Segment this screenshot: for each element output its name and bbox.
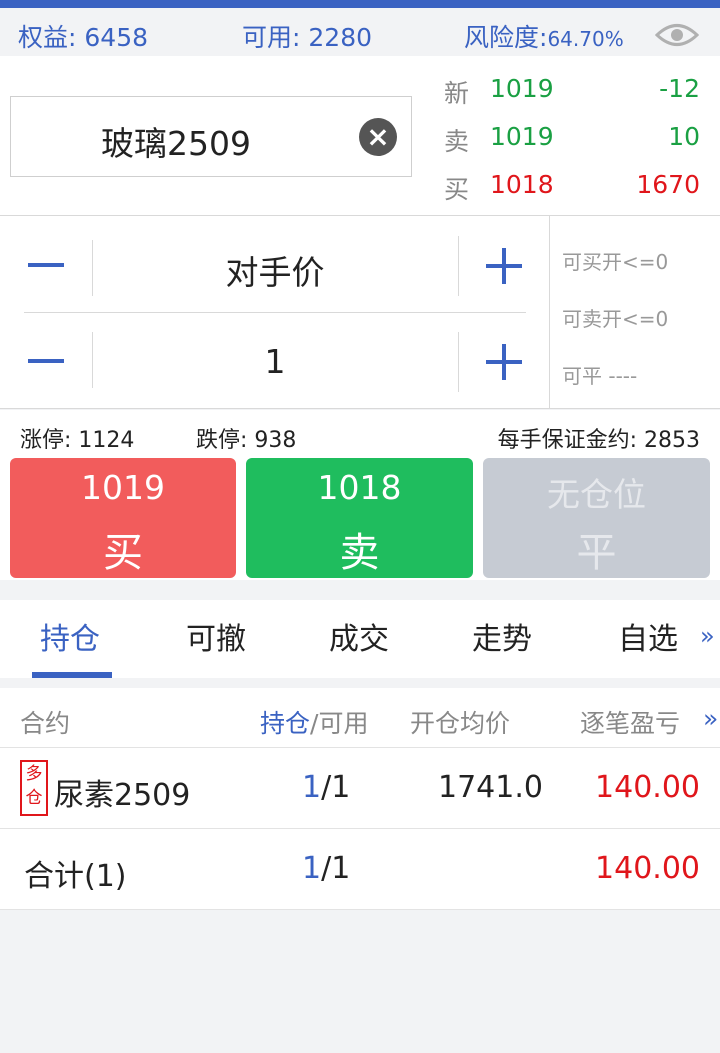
limit-down: 跌停: 938 [196, 428, 297, 453]
tab-bar: 持仓 可撤 成交 走势 自选 » [0, 600, 720, 678]
positions-table: 合约 持仓/可用 开仓均价 逐笔盈亏 » 多仓 尿素2509 1/1 1741.… [0, 688, 720, 910]
quantity-increase-button[interactable] [486, 344, 522, 380]
limit-up: 涨停: 1124 [20, 428, 135, 453]
quote-bid: 买 1018 1670 [444, 170, 700, 204]
risk-level: 风险度:64.70% [464, 23, 624, 52]
more-tabs-icon[interactable]: » [700, 622, 715, 650]
can-close: 可平 ---- [562, 364, 638, 388]
active-tab-indicator [32, 672, 112, 678]
quote-panel: 玻璃2509 × 新 1019 -12 卖 1019 10 买 1018 167… [0, 56, 720, 216]
available-funds: 可用: 2280 [242, 23, 373, 52]
tab-watchlist[interactable]: 自选 [618, 614, 678, 658]
can-buy-open: 可买开<=0 [562, 250, 669, 274]
top-accent-bar [0, 0, 720, 8]
table-row[interactable]: 多仓 尿素2509 1/1 1741.0 140.00 [0, 748, 720, 829]
quote-ask: 卖 1019 10 [444, 122, 700, 156]
tab-positions[interactable]: 持仓 [40, 614, 100, 658]
price-limits: 涨停: 1124 跌停: 938 每手保证金约: 2853 [0, 410, 720, 458]
trade-buttons: 1019 买 1018 卖 无仓位 平 [0, 458, 720, 580]
table-header: 合约 持仓/可用 开仓均价 逐笔盈亏 » [0, 688, 720, 748]
price-type-field[interactable]: 对手价 [94, 246, 456, 294]
eye-icon[interactable] [655, 22, 699, 48]
symbol-input[interactable]: 玻璃2509 × [10, 96, 412, 177]
margin-per-lot: 每手保证金约: 2853 [497, 428, 700, 453]
account-summary: 权益: 6458 可用: 2280 风险度:64.70% [0, 8, 720, 56]
close-position-button[interactable]: 无仓位 平 [483, 458, 710, 578]
price-decrease-button[interactable] [28, 263, 64, 267]
long-position-tag: 多仓 [20, 760, 48, 816]
table-total-row: 合计(1) 1/1 140.00 [0, 829, 720, 910]
order-panel: 对手价 1 可买开<=0 可卖开<=0 可平 ---- [0, 216, 720, 409]
symbol-name: 玻璃2509 [101, 124, 251, 163]
equity: 权益: 6458 [18, 23, 149, 52]
sell-button[interactable]: 1018 卖 [246, 458, 473, 578]
tab-trades[interactable]: 成交 [329, 614, 389, 658]
more-columns-icon[interactable]: » [703, 704, 718, 733]
tab-cancellable[interactable]: 可撤 [186, 614, 246, 658]
quote-last: 新 1019 -12 [444, 74, 700, 108]
can-sell-open: 可卖开<=0 [562, 307, 669, 331]
quantity-decrease-button[interactable] [28, 359, 64, 363]
clear-icon[interactable]: × [359, 118, 397, 156]
tab-trend[interactable]: 走势 [472, 614, 532, 658]
price-increase-button[interactable] [486, 248, 522, 284]
quantity-field[interactable]: 1 [94, 342, 456, 381]
buy-button[interactable]: 1019 买 [10, 458, 236, 578]
